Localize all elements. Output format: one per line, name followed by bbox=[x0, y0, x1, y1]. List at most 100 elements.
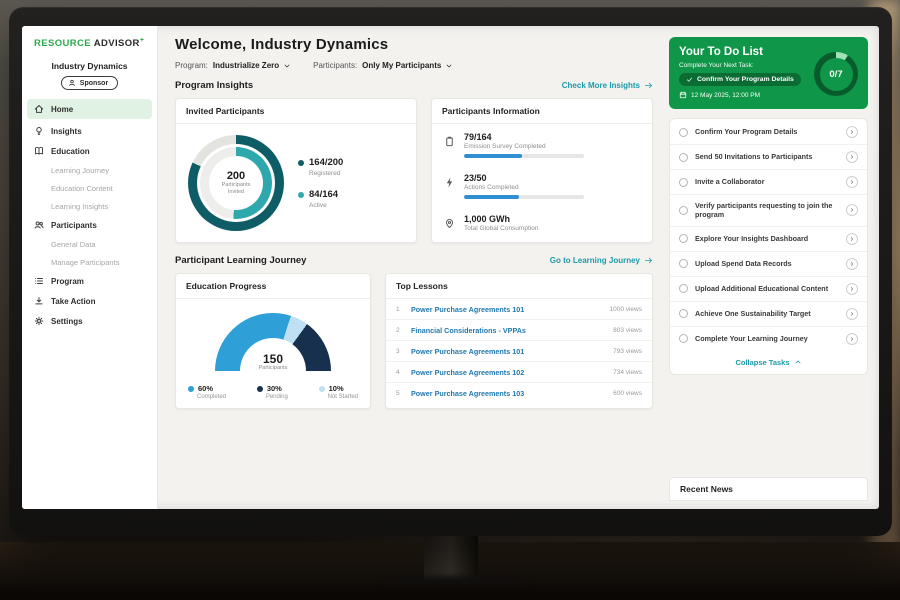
list-icon bbox=[34, 276, 44, 286]
lesson-views: 803 views bbox=[613, 327, 642, 334]
section-title: Program Insights bbox=[175, 80, 253, 91]
participants-select[interactable]: Only My Participants bbox=[362, 61, 453, 70]
legend-active: 84/164 Active bbox=[298, 189, 343, 209]
chevron-right-icon[interactable] bbox=[846, 151, 858, 163]
legend-value: 10% bbox=[329, 384, 344, 393]
book-icon bbox=[34, 146, 44, 156]
invited-donut: 200 Participants Invited bbox=[188, 135, 284, 231]
chevron-right-icon[interactable] bbox=[846, 204, 858, 216]
sidebar-item-education[interactable]: Education bbox=[22, 141, 157, 161]
program-select[interactable]: Industrialize Zero bbox=[213, 61, 291, 70]
sidebar-item-home[interactable]: Home bbox=[27, 99, 152, 119]
legend-label: Active bbox=[309, 202, 343, 209]
task-row[interactable]: Send 50 Invitations to Participants bbox=[670, 145, 867, 170]
person-icon bbox=[68, 79, 76, 87]
chevron-right-icon[interactable] bbox=[846, 333, 858, 345]
lesson-views: 734 views bbox=[613, 369, 642, 376]
learning-cards-row: Education Progress 150 Participants bbox=[175, 273, 653, 409]
progress-fill bbox=[464, 154, 522, 158]
consumption-row: 1,000 GWh Total Global Consumption bbox=[432, 206, 652, 239]
task-row[interactable]: Verify participants requesting to join t… bbox=[670, 195, 867, 227]
sidebar-item-general-data[interactable]: General Data bbox=[22, 235, 157, 253]
card-title: Invited Participants bbox=[176, 99, 416, 124]
card-title: Top Lessons bbox=[386, 274, 652, 299]
chevron-right-icon[interactable] bbox=[846, 308, 858, 320]
go-to-learning-journey-link[interactable]: Go to Learning Journey bbox=[550, 256, 653, 265]
chevron-right-icon[interactable] bbox=[846, 126, 858, 138]
lesson-row: 3 Power Purchase Agreements 101 793 view… bbox=[386, 341, 652, 362]
sidebar-item-settings[interactable]: Settings bbox=[22, 311, 157, 331]
chevron-right-icon[interactable] bbox=[846, 176, 858, 188]
chevron-up-icon bbox=[794, 358, 802, 366]
donut-center-value: 200 bbox=[227, 170, 245, 182]
task-row[interactable]: Upload Spend Data Records bbox=[670, 252, 867, 277]
lesson-link[interactable]: Power Purchase Agreements 102 bbox=[411, 368, 524, 377]
lesson-link[interactable]: Power Purchase Agreements 103 bbox=[411, 389, 524, 398]
gauge-center-value: 150 bbox=[215, 353, 331, 365]
task-checkbox[interactable] bbox=[679, 128, 688, 137]
task-checkbox[interactable] bbox=[679, 206, 688, 215]
check-more-insights-link[interactable]: Check More Insights bbox=[562, 81, 653, 90]
info-label: Actions Completed bbox=[464, 184, 584, 191]
task-checkbox[interactable] bbox=[679, 284, 688, 293]
sidebar-item-education-content[interactable]: Education Content bbox=[22, 179, 157, 197]
chevron-right-icon[interactable] bbox=[846, 233, 858, 245]
task-checkbox[interactable] bbox=[679, 178, 688, 187]
legend-value: 60% bbox=[198, 384, 213, 393]
lesson-number: 1 bbox=[396, 306, 403, 313]
sidebar-nav: Home Insights Education Learning Journey… bbox=[22, 99, 157, 331]
task-row[interactable]: Achieve One Sustainability Target bbox=[670, 302, 867, 327]
check-icon bbox=[686, 76, 693, 83]
download-icon bbox=[34, 296, 44, 306]
task-checkbox[interactable] bbox=[679, 309, 688, 318]
sponsor-badge[interactable]: Sponsor bbox=[61, 76, 118, 90]
lesson-link[interactable]: Financial Considerations - VPPAs bbox=[411, 326, 526, 335]
task-label: Upload Spend Data Records bbox=[695, 259, 839, 268]
task-checkbox[interactable] bbox=[679, 334, 688, 343]
link-label: Go to Learning Journey bbox=[550, 256, 640, 265]
invited-legend: 164/200 Registered 84/164 Active bbox=[298, 157, 343, 209]
chevron-right-icon[interactable] bbox=[846, 258, 858, 270]
dashboard-screen: RESOURCE ADVISOR+ Industry Dynamics Spon… bbox=[22, 26, 879, 509]
task-row[interactable]: Invite a Collaborator bbox=[670, 170, 867, 195]
sidebar-item-participants[interactable]: Participants bbox=[22, 215, 157, 235]
arrow-right-icon bbox=[644, 256, 653, 265]
participants-select-value: Only My Participants bbox=[362, 61, 441, 70]
task-checkbox[interactable] bbox=[679, 153, 688, 162]
sidebar-item-program[interactable]: Program bbox=[22, 271, 157, 291]
program-select-value: Industrialize Zero bbox=[213, 61, 279, 70]
info-value: 1,000 GWh bbox=[464, 214, 538, 224]
sidebar-item-take-action[interactable]: Take Action bbox=[22, 291, 157, 311]
collapse-label: Collapse Tasks bbox=[735, 358, 789, 367]
emission-survey-row: 79/164 Emission Survey Completed bbox=[432, 124, 652, 165]
task-checkbox[interactable] bbox=[679, 234, 688, 243]
sidebar-item-manage-participants[interactable]: Manage Participants bbox=[22, 253, 157, 271]
monitor-bezel: RESOURCE ADVISOR+ Industry Dynamics Spon… bbox=[9, 7, 892, 536]
task-row[interactable]: Explore Your Insights Dashboard bbox=[670, 227, 867, 252]
legend-dot bbox=[257, 386, 263, 392]
task-row[interactable]: Confirm Your Program Details bbox=[670, 120, 867, 145]
recent-news-header: Recent News bbox=[669, 477, 868, 501]
collapse-tasks-button[interactable]: Collapse Tasks bbox=[670, 351, 867, 373]
lesson-number: 4 bbox=[396, 369, 403, 376]
lesson-link[interactable]: Power Purchase Agreements 101 bbox=[411, 347, 524, 356]
next-task-pill[interactable]: Confirm Your Program Details bbox=[679, 73, 801, 86]
sponsor-badge-label: Sponsor bbox=[80, 80, 108, 87]
link-label: Check More Insights bbox=[562, 81, 640, 90]
sidebar-item-insights[interactable]: Insights bbox=[22, 121, 157, 141]
arrow-right-icon bbox=[644, 81, 653, 90]
task-row[interactable]: Complete Your Learning Journey bbox=[670, 327, 867, 351]
lesson-link[interactable]: Power Purchase Agreements 101 bbox=[411, 305, 524, 314]
sidebar-item-learning-insights[interactable]: Learning Insights bbox=[22, 197, 157, 215]
logo-plus: + bbox=[140, 37, 145, 44]
chevron-right-icon[interactable] bbox=[846, 283, 858, 295]
chevron-down-icon bbox=[445, 62, 453, 70]
bolt-icon bbox=[444, 175, 455, 186]
task-label: Upload Additional Educational Content bbox=[695, 284, 839, 293]
education-legend: 60% Completed 30% Pending 10% Not Starte… bbox=[186, 384, 360, 400]
sidebar-item-learning-journey[interactable]: Learning Journey bbox=[22, 161, 157, 179]
task-checkbox[interactable] bbox=[679, 259, 688, 268]
info-value: 23/50 bbox=[464, 173, 584, 183]
task-row[interactable]: Upload Additional Educational Content bbox=[670, 277, 867, 302]
tasks-list-card: Confirm Your Program Details Send 50 Inv… bbox=[669, 118, 868, 375]
